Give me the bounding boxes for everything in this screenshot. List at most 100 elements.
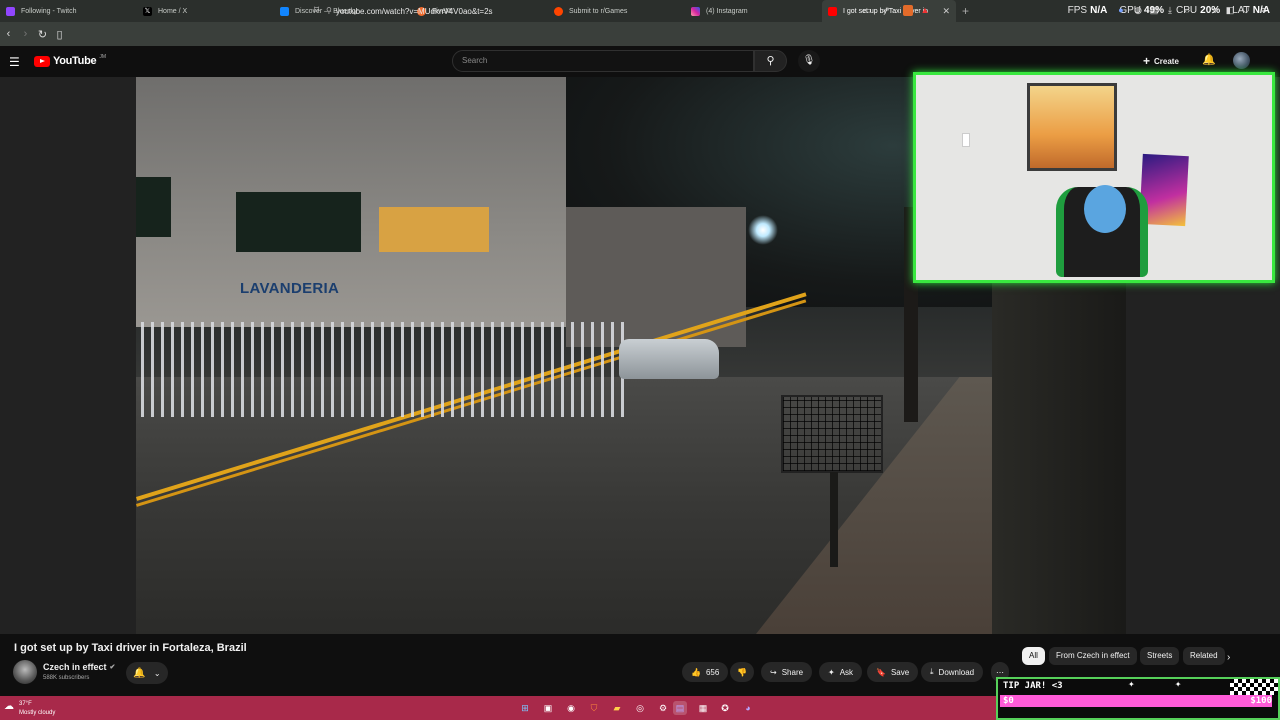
download-button[interactable]: ⤓ Download — [921, 662, 984, 682]
brave-shield-icon[interactable] — [903, 5, 913, 16]
brave-browser-icon[interactable]: ⛉ — [587, 701, 601, 715]
notifications-bell-icon[interactable]: 🔔 — [1202, 53, 1216, 66]
hamburger-menu-icon[interactable]: ☰ — [9, 55, 20, 69]
settings-gear-icon[interactable]: ⚙ — [656, 701, 670, 715]
dislike-button[interactable]: 👎 — [730, 662, 754, 682]
search-input[interactable]: Search — [452, 50, 754, 72]
fps-stat: FPS N/A — [1067, 5, 1108, 16]
webcam-overlay — [913, 72, 1275, 283]
chip-related[interactable]: Related — [1183, 647, 1225, 665]
app-icon[interactable]: ✪ — [718, 701, 732, 715]
youtube-play-icon — [34, 55, 50, 67]
site-info-icon[interactable]: ⚲ — [326, 6, 332, 15]
tip-jar-label: TIP JAR! <3 — [1003, 681, 1063, 691]
plus-icon: + — [1143, 54, 1151, 68]
plush-toy — [1084, 185, 1126, 233]
channel-name[interactable]: Czech in effect ✔ — [43, 662, 115, 672]
share-button[interactable]: ↪ Share — [761, 662, 813, 682]
reload-icon[interactable]: ↻ — [34, 28, 51, 41]
create-button[interactable]: + Create — [1143, 54, 1179, 68]
extensions-icon[interactable]: ◧ — [1225, 5, 1235, 16]
browser-tab[interactable]: (4) Instagram — [685, 0, 822, 22]
ask-button[interactable]: ✦ Ask — [819, 662, 863, 682]
video-frame-stand — [830, 472, 838, 567]
back-icon[interactable]: ‹ — [0, 28, 17, 40]
screen-icon[interactable]: ▭ — [862, 5, 872, 16]
steam-icon[interactable]: ◉ — [564, 701, 578, 715]
twitch-icon — [6, 6, 15, 16]
weather-condition: Mostly cloudy — [19, 710, 56, 716]
browser-tab[interactable]: 𝕏 Home / X — [137, 0, 274, 22]
discord-icon[interactable]: ◕ — [741, 701, 755, 715]
instagram-icon — [691, 6, 700, 16]
like-button[interactable]: 👍 656 — [682, 662, 729, 682]
chevron-down-icon: ⌄ — [153, 668, 161, 678]
subscription-bell-button[interactable]: 🔔 ⌄ — [126, 662, 168, 684]
calculator-icon[interactable]: ▦ — [696, 701, 710, 715]
chevron-right-icon[interactable]: › — [1227, 652, 1230, 663]
file-explorer-icon[interactable]: ▰ — [610, 701, 624, 715]
music-icon[interactable]: ♫ — [1209, 5, 1219, 16]
user-avatar[interactable] — [1233, 52, 1250, 69]
wall-painting — [1027, 83, 1117, 171]
extension-icon[interactable]: ◍ — [1133, 5, 1143, 16]
browser-tab[interactable]: Submit to r/Games — [548, 0, 685, 22]
microphone-icon: 🎙 — [802, 55, 816, 66]
menu-icon[interactable]: ≡ — [1259, 5, 1269, 16]
vpn-icon[interactable]: ⛉ — [1241, 5, 1251, 16]
light-switch — [962, 133, 970, 147]
x-icon: 𝕏 — [143, 6, 152, 16]
video-title: I got set up by Taxi driver in Fortaleza… — [14, 642, 247, 654]
reddit-icon — [554, 6, 563, 16]
rewards-icon[interactable]: ▲ — [920, 5, 930, 16]
download-icon[interactable]: ⤓ — [1165, 5, 1175, 16]
video-frame-wall — [992, 277, 1126, 634]
verified-icon: ✔ — [109, 664, 116, 671]
bookmark-icon[interactable]: ⌑ — [314, 5, 319, 16]
start-icon[interactable]: ⊞ — [518, 701, 532, 715]
extension-icon[interactable]: ● — [1116, 5, 1126, 16]
video-frame-fence — [141, 322, 631, 417]
chip-from-channel[interactable]: From Czech in effect — [1049, 647, 1137, 665]
share-page-icon[interactable]: ⇗ — [881, 5, 891, 16]
video-frame-building — [136, 77, 566, 327]
close-icon[interactable]: ✕ — [942, 6, 950, 17]
browser-tab[interactable]: Following - Twitch — [0, 0, 137, 22]
lavanderia-sign: LAVANDERIA — [240, 280, 340, 297]
weather-temperature: 37°F — [19, 701, 32, 707]
tip-goal: $100 — [1250, 696, 1272, 706]
sparkle-icon: ✦ — [828, 667, 835, 677]
sidebar-toggle-icon[interactable]: ▯ — [51, 28, 68, 41]
checker-flag — [1230, 679, 1278, 695]
devtools-icon[interactable]: ‹› — [1182, 5, 1192, 16]
address-bar: ‹ › ↻ ▯ — [0, 22, 1280, 46]
twitch-app-icon[interactable]: ▤ — [673, 701, 687, 715]
chip-all[interactable]: All — [1022, 647, 1045, 665]
youtube-icon — [828, 6, 837, 16]
video-frame-car — [619, 339, 719, 379]
bell-icon: 🔔 — [133, 667, 146, 679]
search-button[interactable]: ⚲ — [754, 50, 787, 72]
chip-streets[interactable]: Streets — [1140, 647, 1180, 665]
save-button[interactable]: 🔖 Save — [867, 662, 919, 682]
new-tab-icon[interactable]: + — [962, 4, 969, 18]
wallet-icon[interactable]: ▤ — [1149, 5, 1159, 16]
bookmark-icon: 🔖 — [876, 667, 886, 677]
more-icon: ⋯ — [996, 667, 1004, 677]
share-icon: ↪ — [770, 667, 777, 677]
tip-jar-overlay: TIP JAR! <3 ✦✦ $0 $100 — [996, 677, 1280, 720]
task-view-icon[interactable]: ▣ — [541, 701, 555, 715]
thumbs-down-icon: 👎 — [737, 667, 747, 677]
obs-icon[interactable]: ◎ — [633, 701, 647, 715]
subscriber-count: 588K subscribers — [43, 675, 90, 681]
weather-cloud-icon[interactable]: ☁ — [4, 701, 14, 712]
youtube-logo[interactable]: YouTube JM — [34, 54, 106, 67]
tip-amount: $0 — [1003, 696, 1014, 706]
channel-avatar[interactable] — [13, 660, 37, 684]
url-field[interactable]: youtube.com/watch?v=MUdknV4V0ao&t=2s — [336, 4, 493, 20]
forward-icon[interactable]: › — [17, 28, 34, 40]
sparkle-icon: ✦✦ — [1128, 680, 1222, 689]
tip-progress-bar — [1000, 695, 1272, 707]
street-lamp — [748, 215, 778, 245]
voice-search-button[interactable]: 🎙 — [798, 50, 820, 72]
